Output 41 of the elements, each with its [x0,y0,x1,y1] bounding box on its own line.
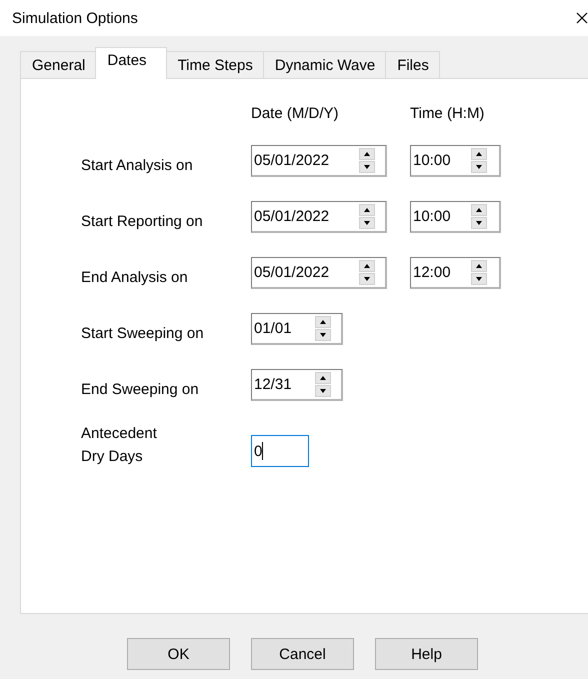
time-spin-field[interactable]: 10:00 [410,201,501,233]
time-spin-field[interactable]: 12:00 [410,257,501,289]
spin-down-icon[interactable] [471,217,487,229]
field-label: Antecedent Dry Days [81,424,158,467]
dialog-button[interactable]: OK [127,638,230,670]
spin-up-icon[interactable] [471,260,487,272]
window-title: Simulation Options [12,10,138,26]
input-field[interactable]: 0 [251,435,309,467]
dialog-button[interactable]: Cancel [251,638,354,670]
spin-up-icon[interactable] [359,148,375,160]
field-label: Start Reporting on [81,212,204,232]
tab[interactable]: Dates [95,47,167,79]
spin-up-icon[interactable] [471,148,487,160]
date-spin-field[interactable]: 05/01/2022 [251,201,387,233]
date-spin-field[interactable]: 05/01/2022 [251,145,387,177]
date-spin-field[interactable]: 12/31 [251,369,343,401]
date-spin-field[interactable]: 05/01/2022 [251,257,387,289]
spin-down-icon[interactable] [471,161,487,173]
field-label: End Analysis on [81,268,189,288]
close-icon[interactable] [576,12,588,24]
column-header: Time (H:M) [410,105,486,122]
tab[interactable]: General [20,51,96,78]
spin-up-icon[interactable] [471,204,487,216]
spin-down-icon[interactable] [359,217,375,229]
spin-down-icon[interactable] [471,273,487,285]
date-spin-field[interactable]: 01/01 [251,313,343,345]
column-header: Date (M/D/Y) [251,105,340,122]
spin-up-icon[interactable] [359,260,375,272]
tab[interactable]: Files [385,51,440,78]
spin-down-icon[interactable] [315,329,331,341]
field-label: Start Sweeping on [81,324,205,344]
time-spin-field[interactable]: 10:00 [410,145,501,177]
field-label: End Sweeping on [81,380,200,400]
spin-down-icon[interactable] [359,273,375,285]
field-label: Start Analysis on [81,156,194,176]
spin-up-icon[interactable] [315,316,331,328]
spin-up-icon[interactable] [359,204,375,216]
spin-up-icon[interactable] [315,372,331,384]
spin-down-icon[interactable] [315,385,331,397]
spin-down-icon[interactable] [359,161,375,173]
dialog-button[interactable]: Help [375,638,478,670]
